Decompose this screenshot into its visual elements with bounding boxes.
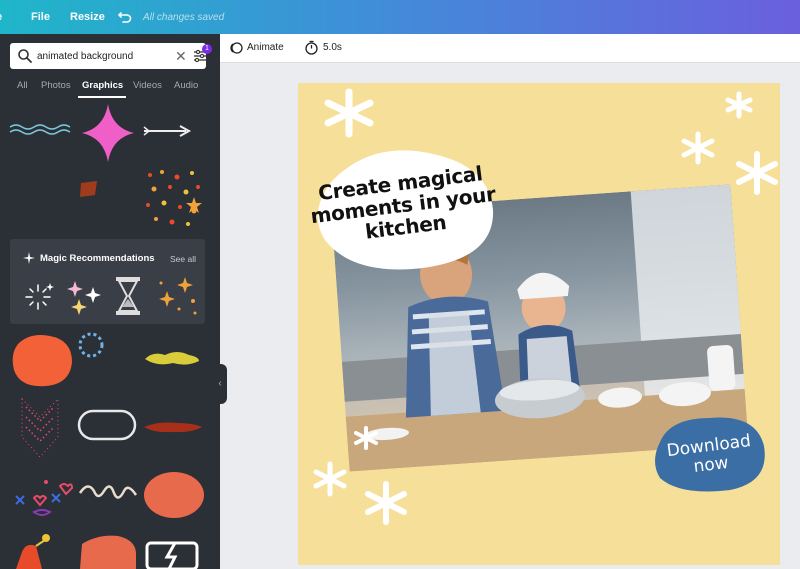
graphic-pastel-sparkles[interactable] [65,277,105,317]
graphic-dotted-circle[interactable] [76,330,106,360]
sidebar: ✕ 1 All Photos Graphics Videos Audio [0,34,227,569]
clear-icon[interactable]: ✕ [175,48,188,64]
star-doodle-5[interactable] [352,425,380,451]
star-doodle-1[interactable] [318,86,380,140]
tab-graphics[interactable]: Graphics [82,80,123,91]
timer-icon[interactable] [304,40,319,55]
graphic-red-brush[interactable] [142,419,204,435]
graphic-orange-blob[interactable] [10,332,74,388]
graphic-hourglass[interactable] [114,275,142,317]
star-doodle-3[interactable] [678,130,718,166]
collapse-chevron-icon: ‹ [218,378,222,389]
star-doodle-4[interactable] [733,150,781,196]
star-doodle-2[interactable] [723,90,755,120]
undo-icon[interactable] [117,8,133,24]
animate-icon[interactable] [229,41,243,55]
collapse-sidebar-button[interactable]: ‹ [213,364,227,404]
graphic-person-illustration[interactable] [12,532,56,569]
animate-button[interactable]: Animate [247,42,284,53]
resize-menu[interactable]: Resize [70,11,105,23]
graphic-arrow[interactable] [142,124,192,138]
graphic-orange-shape[interactable] [78,534,138,569]
graphic-chalk-frame[interactable] [76,407,138,443]
magic-recommendations-panel: Magic Recommendations See all [10,239,205,324]
editor-toolbar: Animate 5.0s [220,34,800,63]
tab-all[interactable]: All [17,80,28,91]
graphic-wavy-lines[interactable] [8,119,74,139]
graphic-yellow-brush[interactable] [143,347,201,369]
graphic-doodles[interactable] [12,472,74,522]
filter-badge: 1 [202,44,212,54]
file-menu[interactable]: File [31,11,50,23]
search-bar: ✕ 1 [10,43,212,69]
graphic-pink-sparkle[interactable] [80,102,136,164]
graphic-gold-sparkles[interactable] [155,275,200,317]
search-input[interactable] [37,47,167,65]
star-doodle-6[interactable] [310,460,350,498]
graphic-confetti[interactable] [142,167,204,229]
magic-recommendations-title: Magic Recommendations [40,253,155,264]
graphic-battery-charging[interactable] [145,539,203,569]
graphic-squiggle[interactable] [78,479,138,505]
tab-videos[interactable]: Videos [133,80,162,91]
top-bar: e File Resize All changes saved [0,0,800,34]
tab-photos[interactable]: Photos [41,80,71,91]
active-tab-indicator [78,96,126,98]
graphic-brown-shape[interactable] [78,179,100,199]
search-icon [18,49,32,63]
tab-audio[interactable]: Audio [174,80,198,91]
graphic-textured-orange-blob[interactable] [143,470,205,520]
save-status: All changes saved [143,11,225,23]
home-menu[interactable]: e [0,11,2,23]
graphic-starburst[interactable] [18,277,58,317]
sparkle-icon [23,252,35,264]
star-doodle-7[interactable] [362,480,410,526]
duration-button[interactable]: 5.0s [323,42,342,53]
see-all-link[interactable]: See all [170,254,196,264]
graphic-dot-pattern[interactable] [20,397,60,459]
content-tabs: All Photos Graphics Videos Audio [0,80,220,100]
